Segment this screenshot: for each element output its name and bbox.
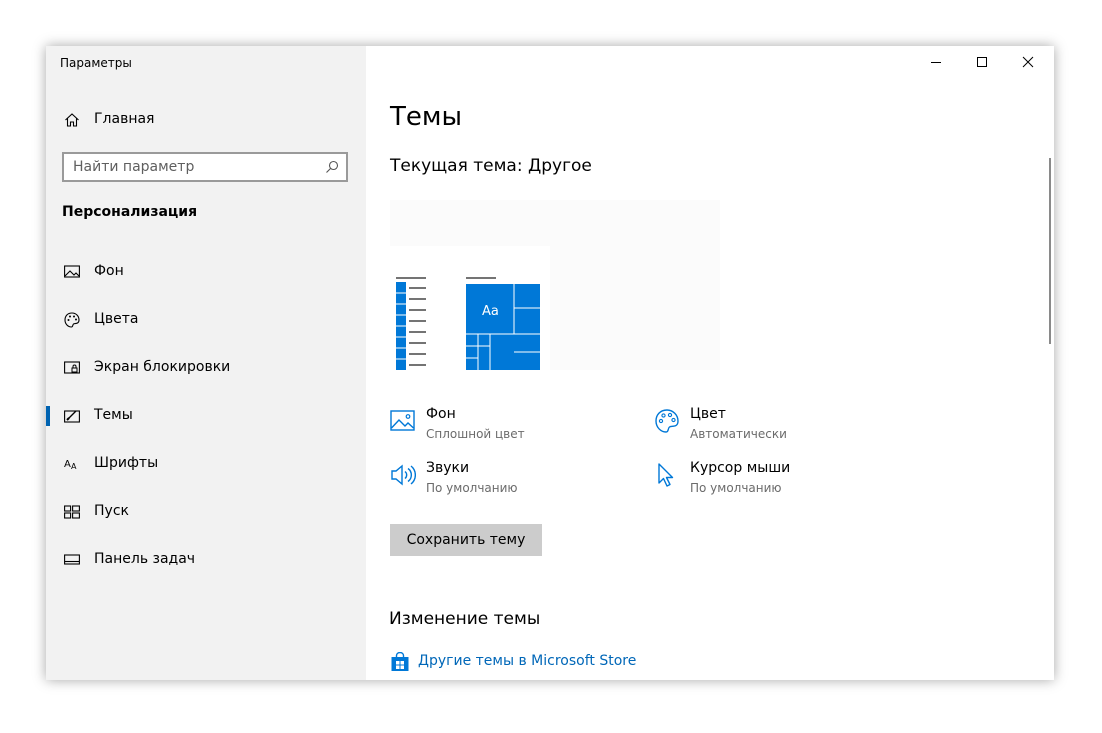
search-box[interactable] xyxy=(62,152,348,182)
nav-home-label: Главная xyxy=(94,111,155,127)
scrollbar[interactable] xyxy=(1049,158,1051,344)
sidebar-item-label: Пуск xyxy=(94,503,129,519)
taskbar-icon xyxy=(63,551,81,569)
picture-icon xyxy=(390,408,416,434)
prop-name: Звуки xyxy=(426,460,470,476)
prop-name: Фон xyxy=(426,406,456,422)
close-icon xyxy=(1022,53,1034,72)
lock-screen-icon xyxy=(63,359,81,377)
change-theme-title: Изменение темы xyxy=(389,609,541,629)
theme-prop-sounds[interactable]: Звуки По умолчанию xyxy=(390,460,610,500)
start-icon xyxy=(63,503,81,521)
sidebar: Параметры Главная Персонализация Фон Цв xyxy=(46,46,366,680)
prop-value: Сплошной цвет xyxy=(426,427,525,441)
maximize-button[interactable] xyxy=(959,46,1005,78)
store-link-label: Другие темы в Microsoft Store xyxy=(418,653,637,669)
prop-name: Цвет xyxy=(690,406,726,422)
sidebar-item-label: Шрифты xyxy=(94,455,159,471)
preview-tile-text: Aa xyxy=(482,304,499,319)
sidebar-item-background[interactable]: Фон xyxy=(46,256,366,288)
cursor-icon xyxy=(654,462,680,488)
speaker-icon xyxy=(390,462,417,488)
svg-text:A: A xyxy=(71,462,77,471)
palette-icon xyxy=(654,408,680,434)
home-icon xyxy=(63,111,81,129)
store-bag-icon xyxy=(390,651,410,676)
prop-value: Автоматически xyxy=(690,427,787,441)
theme-prop-color[interactable]: Цвет Автоматически xyxy=(654,406,874,446)
sidebar-item-label: Темы xyxy=(94,407,133,423)
section-title: Персонализация xyxy=(62,204,198,220)
settings-window: Параметры Главная Персонализация Фон Цв xyxy=(46,46,1054,680)
minimize-icon xyxy=(930,53,942,72)
main-panel: Темы Текущая тема: Другое Aa Фон Сплошно… xyxy=(366,46,1054,680)
maximize-icon xyxy=(976,53,988,72)
prop-value: По умолчанию xyxy=(426,481,518,495)
theme-preview: Aa xyxy=(390,200,720,370)
palette-icon xyxy=(63,311,81,329)
sidebar-item-colors[interactable]: Цвета xyxy=(46,304,366,336)
minimize-button[interactable] xyxy=(913,46,959,78)
sidebar-item-label: Экран блокировки xyxy=(94,359,231,375)
sidebar-item-themes[interactable]: Темы xyxy=(46,400,366,432)
sidebar-item-label: Фон xyxy=(94,263,124,279)
search-input[interactable] xyxy=(73,158,313,176)
sidebar-item-start[interactable]: Пуск xyxy=(46,496,366,528)
theme-prop-cursor[interactable]: Курсор мыши По умолчанию xyxy=(654,460,874,500)
fonts-icon: AA xyxy=(63,455,81,473)
page-title: Темы xyxy=(390,102,463,132)
app-title: Параметры xyxy=(60,56,132,70)
theme-prop-background[interactable]: Фон Сплошной цвет xyxy=(390,406,610,446)
nav-home[interactable]: Главная xyxy=(46,106,366,134)
current-theme-label: Текущая тема: Другое xyxy=(390,156,592,176)
themes-icon xyxy=(63,407,81,425)
sidebar-item-label: Панель задач xyxy=(94,551,196,567)
picture-icon xyxy=(63,263,81,281)
sidebar-item-taskbar[interactable]: Панель задач xyxy=(46,544,366,576)
svg-text:A: A xyxy=(64,459,71,470)
close-button[interactable] xyxy=(1005,46,1051,78)
sidebar-item-label: Цвета xyxy=(94,311,139,327)
search-icon[interactable] xyxy=(324,159,340,175)
prop-name: Курсор мыши xyxy=(690,460,791,476)
active-indicator xyxy=(46,406,50,426)
sidebar-item-lock-screen[interactable]: Экран блокировки xyxy=(46,352,366,384)
sidebar-item-fonts[interactable]: AA Шрифты xyxy=(46,448,366,480)
prop-value: По умолчанию xyxy=(690,481,782,495)
save-theme-button[interactable]: Сохранить тему xyxy=(390,524,542,556)
